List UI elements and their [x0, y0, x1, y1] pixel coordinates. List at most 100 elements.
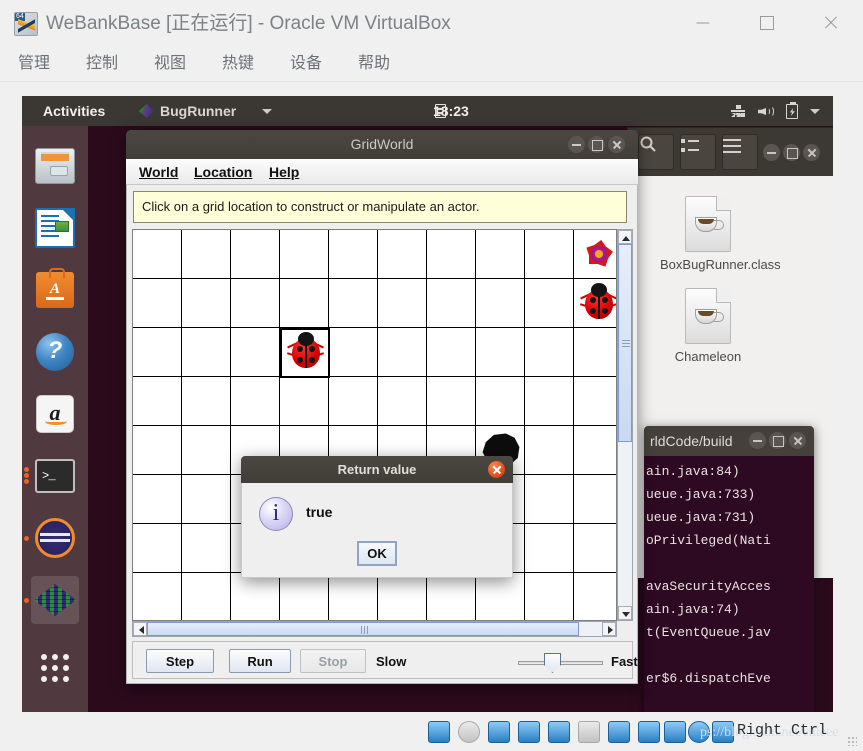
- gridworld-menu-world[interactable]: World: [139, 159, 178, 185]
- dialog-close-button[interactable]: [488, 461, 505, 478]
- host-close-button[interactable]: [799, 0, 863, 46]
- shared-folder-icon[interactable]: [578, 721, 600, 743]
- step-button[interactable]: Step: [146, 649, 214, 673]
- battery-icon[interactable]: [786, 102, 798, 119]
- triangle-left-icon: [139, 626, 144, 634]
- scroll-right-button[interactable]: [602, 622, 616, 636]
- terminal-close-button[interactable]: [789, 432, 806, 449]
- audio-icon[interactable]: [488, 721, 510, 743]
- file-manager-minimize-button[interactable]: [763, 144, 780, 161]
- slow-label: Slow: [376, 654, 407, 669]
- amazon-icon: a: [36, 395, 74, 433]
- close-icon: [823, 15, 839, 31]
- dialog-title: Return value: [337, 462, 417, 477]
- scroll-left-button[interactable]: [133, 622, 147, 636]
- dock-item-files[interactable]: [31, 142, 79, 190]
- run-button[interactable]: Run: [229, 649, 291, 673]
- gridworld-menu-location-label: Location: [194, 164, 253, 180]
- dock-item-eclipse[interactable]: [31, 514, 79, 562]
- host-minimize-button[interactable]: [671, 0, 735, 46]
- display-icon[interactable]: [608, 721, 630, 743]
- file-manager-maximize-button[interactable]: [783, 144, 800, 161]
- actor-bug-edge[interactable]: [576, 283, 616, 323]
- chevron-down-icon[interactable]: [262, 109, 272, 114]
- terminal-minimize-button[interactable]: [749, 432, 766, 449]
- virtualbox-icon: 64: [14, 12, 38, 36]
- horizontal-scroll-thumb[interactable]: [147, 622, 579, 636]
- harddisk-icon[interactable]: [428, 721, 450, 743]
- java-class-icon: [695, 217, 724, 232]
- file-icon-chameleon[interactable]: [685, 288, 731, 344]
- dock-item-amazon[interactable]: a: [31, 390, 79, 438]
- usb-icon[interactable]: [548, 721, 570, 743]
- gridworld-diamond-icon: [139, 104, 154, 118]
- terminal-maximize-button[interactable]: [769, 432, 786, 449]
- dock-item-show-applications[interactable]: [31, 644, 79, 692]
- virtualbox-status-bar: ps://blog.csdn.net/cnieee Right Ctrl: [0, 712, 863, 751]
- dock-item-libreoffice-writer[interactable]: [31, 204, 79, 252]
- file-manager-search-button[interactable]: [638, 134, 674, 170]
- scroll-up-button[interactable]: [618, 230, 632, 244]
- dock-item-software-center[interactable]: A: [31, 266, 79, 314]
- amazon-smile-glyph: [45, 418, 67, 425]
- dock-item-terminal[interactable]: >_: [31, 452, 79, 500]
- terminal-output[interactable]: ain.java:84) ueue.java:733) ueue.java:73…: [644, 456, 814, 712]
- menu-hotkey[interactable]: 热键: [222, 46, 254, 82]
- return-value-dialog: Return value i true OK: [241, 456, 513, 578]
- menu-devices[interactable]: 设备: [290, 46, 322, 82]
- gridworld-minimize-button[interactable]: [568, 136, 585, 153]
- vertical-scroll-thumb[interactable]: [618, 244, 632, 442]
- dock-item-help[interactable]: ?: [31, 328, 79, 376]
- apps-grid-icon: [41, 654, 69, 682]
- terminal-window: rldCode/build ain.java:84) ueue.java:733…: [644, 426, 814, 712]
- menu-view[interactable]: 视图: [154, 46, 186, 82]
- gridworld-menu-help[interactable]: Help: [269, 159, 299, 185]
- maximize-icon: [760, 16, 774, 30]
- actor-flower[interactable]: [576, 232, 616, 274]
- flower-center: [595, 250, 603, 258]
- gridworld-maximize-button[interactable]: [588, 136, 605, 153]
- info-icon: i: [259, 497, 293, 531]
- menu-manage[interactable]: 管理: [18, 46, 50, 82]
- fast-label: Fast: [611, 654, 638, 669]
- virtualization-icon[interactable]: [664, 721, 686, 743]
- host-maximize-button[interactable]: [735, 0, 799, 46]
- activities-button[interactable]: Activities: [43, 96, 105, 126]
- dock-item-gridworld[interactable]: [31, 576, 79, 624]
- file-manager-viewmode-button[interactable]: [680, 134, 716, 170]
- dialog-ok-button[interactable]: OK: [357, 541, 397, 566]
- speed-slider-knob[interactable]: [544, 653, 561, 673]
- grid-horizontal-scrollbar[interactable]: [132, 621, 617, 637]
- ubuntu-launcher-dock: A ? a >_: [22, 126, 88, 712]
- cd-dvd-icon[interactable]: [458, 721, 480, 743]
- network-icon[interactable]: [518, 721, 540, 743]
- file-icon-boxbugrunner[interactable]: [685, 196, 731, 252]
- scroll-down-button[interactable]: [618, 606, 632, 620]
- file-manager-close-button[interactable]: [803, 144, 820, 161]
- system-menu-chevron-down-icon[interactable]: [810, 109, 820, 114]
- eclipse-icon: [35, 518, 75, 558]
- gridworld-close-button[interactable]: [608, 136, 625, 153]
- files-icon: [35, 148, 75, 184]
- host-key-label: Right Ctrl: [737, 722, 828, 739]
- virtualbox-menubar: 管理 控制 视图 热键 设备 帮助: [0, 46, 863, 82]
- active-app-name[interactable]: BugRunner: [160, 96, 236, 126]
- network-icon[interactable]: [731, 105, 745, 118]
- grid-vertical-scrollbar[interactable]: [617, 229, 633, 621]
- gridworld-menu-location[interactable]: Location: [194, 159, 252, 185]
- volume-icon[interactable]: [758, 105, 774, 118]
- panel-clock[interactable]: 18:23: [433, 96, 469, 126]
- file-manager-menu-button[interactable]: [722, 134, 758, 170]
- terminal-line: ueue.java:733): [646, 487, 756, 502]
- menu-help[interactable]: 帮助: [358, 46, 390, 82]
- menu-control[interactable]: 控制: [86, 46, 118, 82]
- resize-grip[interactable]: [847, 736, 857, 746]
- remote-display-icon[interactable]: [638, 721, 660, 743]
- triangle-up-icon: [622, 236, 630, 241]
- gridworld-content: Click on a grid location to construct or…: [126, 185, 638, 684]
- triangle-right-icon: [608, 626, 613, 634]
- actor-bug-selected[interactable]: [283, 332, 328, 372]
